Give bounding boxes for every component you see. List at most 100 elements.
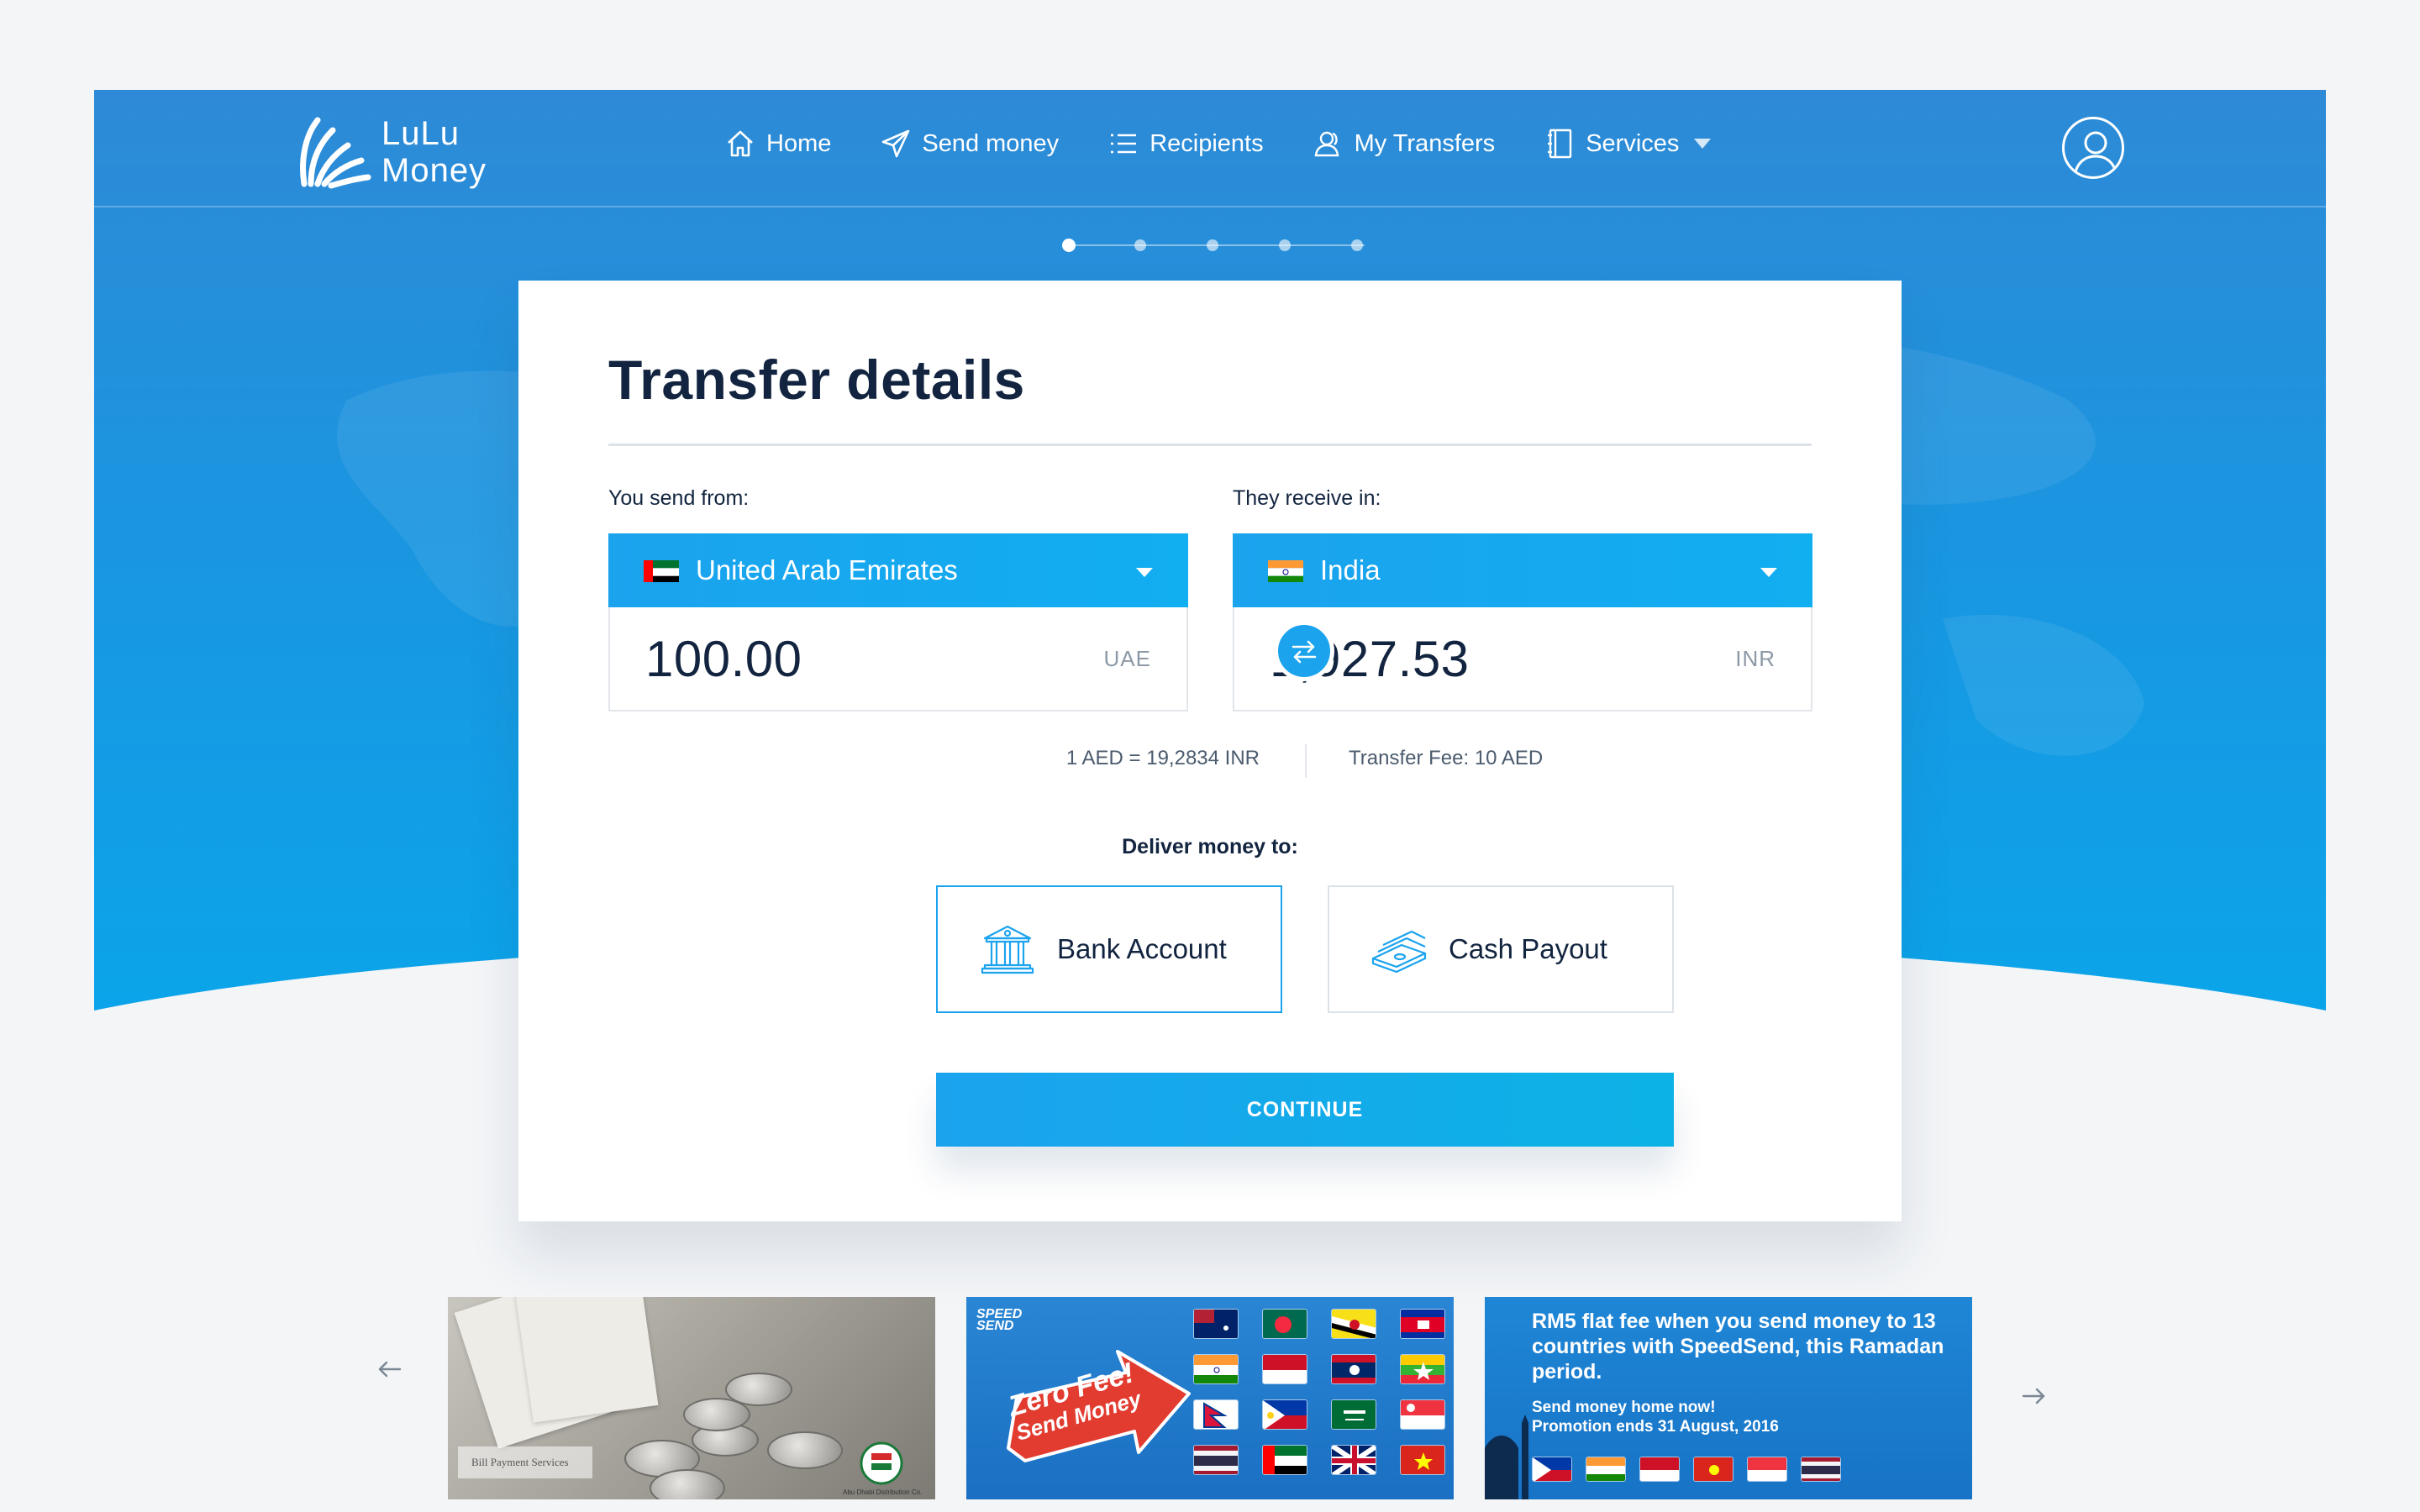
nav-home-label: Home (766, 129, 832, 157)
india-flag-icon (1193, 1354, 1239, 1384)
nav-recipients-label: Recipients (1150, 129, 1264, 157)
promo-sub-line-2: Promotion ends 31 August, 2016 (1532, 1418, 1779, 1436)
send-from-label: You send from: (608, 486, 750, 510)
zero-fee-banner[interactable]: SPEED SEND Zero Fee! Send Money (966, 1297, 1454, 1499)
from-country-value: United Arab Emirates (696, 554, 958, 585)
thailand-flag-icon (1193, 1445, 1239, 1475)
step-3[interactable] (1207, 239, 1218, 251)
nav-services[interactable]: Services (1544, 128, 1712, 160)
india-flag-icon (1586, 1457, 1626, 1482)
arrow-right-icon[interactable] (2017, 1379, 2050, 1413)
to-country-select[interactable]: India (1233, 533, 1812, 607)
nav-home[interactable]: Home (724, 128, 831, 160)
send-amount-field[interactable]: 100.00 UAE (608, 607, 1188, 711)
chevron-down-icon (1760, 568, 1777, 577)
user-icon (2073, 131, 2118, 176)
step-4[interactable] (1279, 239, 1291, 251)
from-country-select[interactable]: United Arab Emirates (608, 533, 1188, 607)
coin-decoration (725, 1373, 792, 1406)
ramadan-promo-banner[interactable]: RM5 flat fee when you send money to 13 c… (1485, 1297, 1972, 1499)
vietnam-flag-icon (1693, 1457, 1733, 1482)
list-icon (1111, 134, 1137, 154)
uae-flag-icon (1262, 1445, 1307, 1475)
progress-steps (1062, 237, 1365, 254)
swap-arrows-icon (1292, 640, 1317, 664)
swap-currency-button[interactable] (1274, 621, 1334, 681)
app-frame: LuLu Money Home Send money Recipients My… (94, 90, 2326, 1512)
home-icon (728, 130, 753, 157)
uae-flag-icon (644, 559, 679, 582)
receive-in-label: They receive in: (1233, 486, 1381, 510)
user-account-button[interactable] (2062, 117, 2124, 179)
send-amount-value: 100.00 (645, 630, 802, 687)
arrow-left-icon[interactable] (373, 1352, 407, 1386)
to-country-value: India (1320, 554, 1381, 585)
paper-decoration (514, 1297, 659, 1423)
deliver-money-label: Deliver money to: (1122, 835, 1298, 858)
bank-account-option[interactable]: Bank Account (936, 885, 1282, 1013)
step-2[interactable] (1134, 239, 1146, 251)
transfer-fee-text: Transfer Fee: 10 AED (1349, 747, 1544, 769)
bill-payment-banner[interactable]: Bill Payment Services Abu Dhabi Distribu… (448, 1297, 935, 1499)
title-divider (608, 444, 1812, 446)
exchange-rate-text: 1 AED = 19,2834 INR (1065, 747, 1260, 769)
top-navbar: LuLu Money Home Send money Recipients My… (94, 90, 2326, 207)
vietnam-flag-icon (1400, 1445, 1445, 1475)
promo-subtext: Send money home now! Promotion ends 31 A… (1532, 1398, 1779, 1436)
lulu-money-logo[interactable]: LuLu Money (292, 110, 502, 194)
saudi-arabia-flag-icon (1331, 1399, 1376, 1430)
nav-my-transfers-label: My Transfers (1354, 129, 1496, 157)
continue-button[interactable]: CONTINUE (936, 1073, 1674, 1147)
transfer-details-card: Transfer details You send from: They rec… (518, 281, 1902, 1221)
myanmar-flag-icon (1400, 1354, 1445, 1384)
chevron-down-icon (1136, 568, 1153, 577)
promo-headline: RM5 flat fee when you send money to 13 c… (1532, 1310, 1944, 1383)
singapore-flag-icon (1400, 1399, 1445, 1430)
step-1[interactable] (1062, 239, 1076, 252)
chevron-down-icon (1694, 139, 1712, 149)
bank-icon (981, 925, 1034, 974)
nav-my-transfers[interactable]: My Transfers (1313, 128, 1496, 160)
coin-decoration (650, 1469, 725, 1499)
uk-flag-icon (1331, 1445, 1376, 1475)
indonesia-flag-icon (1262, 1354, 1307, 1384)
nav-send-money-label: Send money (922, 129, 1060, 157)
bank-account-label: Bank Account (1057, 933, 1227, 964)
philippines-flag-icon (1532, 1457, 1572, 1482)
promo-flags-row (1532, 1457, 1854, 1482)
mosque-silhouette-icon (1485, 1415, 1528, 1499)
cambodia-flag-icon (1400, 1309, 1445, 1339)
thailand-flag-icon (1801, 1457, 1841, 1482)
bill-payment-label: Bill Payment Services (458, 1446, 592, 1478)
australia-flag-icon (1193, 1309, 1239, 1339)
step-5[interactable] (1351, 239, 1363, 251)
main-nav: Home Send money Recipients My Transfers … (724, 128, 1760, 160)
promo-sub-line-1: Send money home now! (1532, 1399, 1716, 1416)
country-flags-grid (1193, 1309, 1445, 1494)
logo-line-1: LuLu (381, 115, 460, 152)
philippines-flag-icon (1262, 1399, 1307, 1430)
indonesia-flag-icon (1639, 1457, 1680, 1482)
distribution-company-logo (860, 1441, 903, 1485)
nav-recipients[interactable]: Recipients (1107, 128, 1264, 160)
coin-decoration (767, 1431, 843, 1469)
laos-flag-icon (1331, 1354, 1376, 1384)
info-separator (1305, 744, 1307, 778)
cash-payout-label: Cash Payout (1449, 933, 1607, 964)
send-currency: UAE (1103, 645, 1151, 671)
logo-text: LuLu Money (381, 115, 487, 189)
singapore-flag-icon (1747, 1457, 1787, 1482)
nepal-flag-icon (1193, 1399, 1239, 1430)
india-flag-icon (1268, 559, 1303, 582)
distribution-company-label: Abu Dhabi Distribution Co. (843, 1488, 923, 1496)
speed-logo-line-2: SEND (976, 1319, 1014, 1333)
cash-payout-option[interactable]: Cash Payout (1328, 885, 1674, 1013)
bangladesh-flag-icon (1262, 1309, 1307, 1339)
lulu-logo-icon (300, 117, 371, 189)
brunei-flag-icon (1331, 1309, 1376, 1339)
nav-send-money[interactable]: Send money (880, 128, 1059, 160)
cash-stack-icon (1371, 930, 1427, 974)
page-title: Transfer details (608, 349, 1025, 411)
users-icon (1314, 131, 1339, 157)
notebook-icon (1548, 129, 1572, 159)
